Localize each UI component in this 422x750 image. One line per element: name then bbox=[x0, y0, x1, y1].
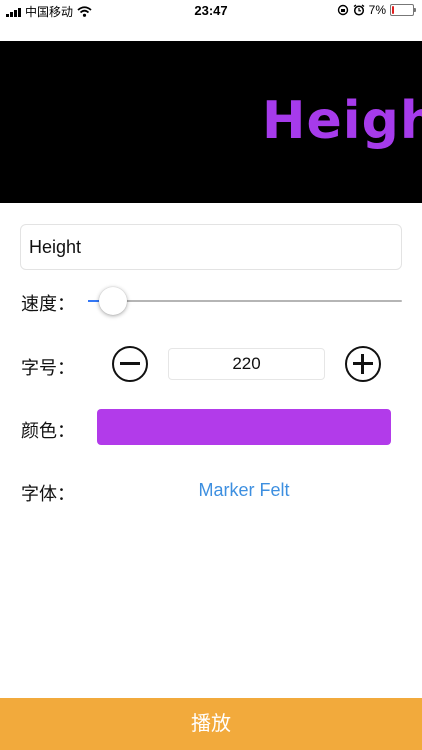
color-label: 颜色： bbox=[21, 421, 75, 441]
speed-slider-track bbox=[88, 300, 402, 302]
minus-circle-icon[interactable] bbox=[112, 346, 148, 382]
alarm-icon bbox=[353, 4, 365, 16]
play-button[interactable]: 播放 bbox=[0, 698, 422, 750]
battery-level bbox=[392, 6, 394, 14]
plus-circle-icon[interactable] bbox=[345, 346, 381, 382]
font-picker-button[interactable]: Marker Felt bbox=[97, 480, 391, 501]
speed-slider[interactable] bbox=[88, 286, 402, 316]
marquee-preview: Height bbox=[0, 41, 422, 203]
font-size-label: 字号： bbox=[21, 358, 75, 378]
speed-slider-thumb[interactable] bbox=[99, 287, 128, 315]
rotation-lock-icon bbox=[337, 4, 348, 16]
color-picker-button[interactable] bbox=[97, 409, 391, 445]
font-label: 字体： bbox=[21, 484, 75, 504]
status-right: 7% bbox=[337, 3, 416, 17]
font-size-field[interactable] bbox=[168, 348, 325, 380]
marquee-text-input[interactable] bbox=[20, 224, 402, 270]
speed-label: 速度： bbox=[21, 294, 75, 314]
battery-percent: 7% bbox=[368, 3, 386, 17]
battery-icon bbox=[390, 4, 416, 16]
status-bar: 中国移动 23:47 7% bbox=[0, 0, 422, 22]
preview-text: Height bbox=[262, 91, 422, 151]
